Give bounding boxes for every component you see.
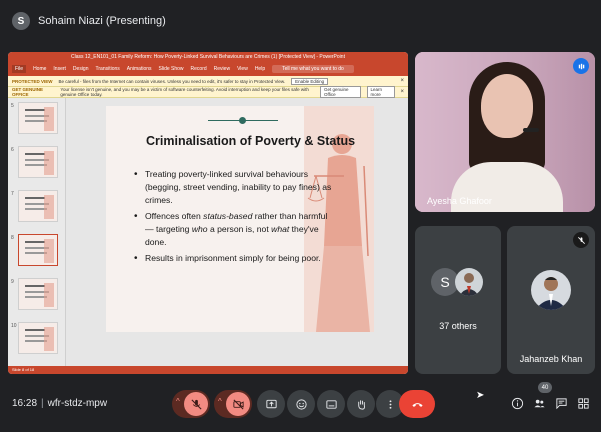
slide-thumbnail-active[interactable]: 8 (11, 234, 58, 266)
current-slide: Criminalisation of Poverty & Status Trea… (106, 106, 374, 332)
slide-thumbnail[interactable]: 9 (11, 278, 58, 310)
ppt-ribbon: File Home Insert Design Transitions Anim… (8, 62, 408, 76)
people-count-badge: 40 (538, 382, 552, 393)
learn-more-button[interactable]: Learn more (366, 86, 395, 98)
slide-title: Criminalisation of Poverty & Status (146, 134, 356, 148)
close-icon[interactable]: × (401, 89, 405, 95)
chevron-up-icon[interactable]: ^ (176, 397, 180, 406)
raise-hand-button[interactable] (347, 390, 375, 418)
ribbon-tab-transitions[interactable]: Transitions (96, 66, 120, 72)
ribbon-tab-review[interactable]: Review (214, 66, 230, 72)
get-genuine-button[interactable]: Get genuine Office (319, 86, 361, 98)
camera-off-icon (226, 392, 250, 416)
bullet-item: Treating poverty-linked survival behavio… (134, 168, 334, 207)
protected-view-label: PROTECTED VIEW (12, 78, 53, 84)
people-icon (533, 399, 545, 407)
captions-icon (325, 399, 337, 409)
others-count: 37 others (439, 321, 477, 331)
ribbon-tab-design[interactable]: Design (73, 66, 89, 72)
bullet-item: Results in imprisonment simply for being… (134, 252, 334, 265)
info-icon (511, 397, 523, 409)
reactions-button[interactable] (287, 390, 315, 418)
emoji-icon (295, 398, 307, 410)
avatar (531, 270, 571, 310)
participant-name: Jahanzeb Khan (519, 354, 583, 364)
mouse-cursor-icon: ➤ (476, 390, 485, 401)
ribbon-tab-view[interactable]: View (237, 66, 248, 72)
hand-icon (357, 399, 365, 410)
protected-view-text: Be careful - files from the Internet can… (58, 78, 286, 84)
apps-icon (577, 397, 589, 409)
ribbon-tab-animations[interactable]: Animations (127, 66, 152, 72)
present-button[interactable] (257, 390, 285, 418)
genuine-office-label: GET GENUINE OFFICE (12, 87, 44, 97)
leave-call-button[interactable] (399, 390, 435, 418)
ribbon-tab-file[interactable]: File (12, 65, 27, 73)
bullet-item: Offences often status-based rather than … (134, 210, 334, 249)
ribbon-tab-help[interactable]: Help (255, 66, 265, 72)
mic-off-icon (184, 392, 208, 416)
participant-tile-main[interactable]: Ayesha Ghafoor (415, 52, 595, 212)
slide-thumbnail[interactable]: 6 (11, 146, 58, 178)
genuine-office-bar: GET GENUINE OFFICE Your license isn't ge… (8, 86, 408, 98)
top-bar: S Sohaim Niazi (Presenting) (0, 0, 601, 42)
mic-off-icon (573, 232, 589, 248)
ribbon-tab-slideshow[interactable]: Slide Show (159, 66, 184, 72)
ribbon-tab-home[interactable]: Home (33, 66, 46, 72)
meeting-time: 16:28 (12, 398, 38, 409)
chat-button[interactable] (552, 394, 570, 412)
participant-tile[interactable]: Jahanzeb Khan (507, 226, 595, 374)
enable-editing-button[interactable]: Enable Editing (291, 77, 329, 85)
slide-thumbnails: 5 6 7 8 9 10 (8, 98, 66, 366)
present-icon (265, 399, 277, 408)
slide-thumbnail[interactable]: 10 (11, 322, 58, 354)
avatar (455, 268, 483, 296)
speaking-indicator-icon (573, 58, 589, 74)
ribbon-search[interactable]: Tell me what you want to do (272, 65, 354, 73)
title-ornament (239, 117, 246, 124)
slide-bullets: Treating poverty-linked survival behavio… (134, 168, 334, 268)
presentation-share[interactable]: Class 12_EN101_01 Family Reform: How Pov… (8, 52, 408, 374)
ribbon-tab-insert[interactable]: Insert (53, 66, 66, 72)
close-icon[interactable]: × (400, 78, 404, 84)
bottom-bar: 16:28 | wfr-stdz-mpw ^ ^ (0, 384, 601, 428)
ppt-workspace: 5 6 7 8 9 10 Criminalisation of Poverty … (8, 98, 408, 366)
participant-name: Ayesha Ghafoor (427, 196, 492, 206)
slide-thumbnail[interactable]: 5 (11, 102, 58, 134)
camera-toggle-button[interactable]: ^ (214, 390, 252, 418)
activities-button[interactable] (574, 394, 592, 412)
others-tile[interactable]: S 37 others (415, 226, 501, 374)
slide-thumbnail[interactable]: 7 (11, 190, 58, 222)
meeting-info: 16:28 | wfr-stdz-mpw (12, 398, 108, 409)
end-call-icon (411, 402, 423, 407)
captions-button[interactable] (317, 390, 345, 418)
presenting-title: Sohaim Niazi (Presenting) (38, 15, 166, 27)
chat-icon (555, 397, 567, 409)
ppt-status-bar: Slide 8 of 18 (8, 366, 408, 374)
ribbon-tab-record[interactable]: Record (191, 66, 207, 72)
meeting-code: wfr-stdz-mpw (47, 398, 108, 409)
chevron-up-icon[interactable]: ^ (218, 397, 222, 406)
ppt-window-title: Class 12_EN101_01 Family Reform: How Pov… (8, 52, 408, 62)
more-vert-icon (389, 399, 391, 409)
genuine-office-text: Your license isn't genuine, and you may … (60, 87, 309, 97)
people-button[interactable] (530, 394, 548, 412)
headset-icon (523, 128, 539, 132)
meeting-details-button[interactable] (508, 394, 526, 412)
presenter-avatar: S (12, 12, 30, 30)
mic-toggle-button[interactable]: ^ (172, 390, 210, 418)
